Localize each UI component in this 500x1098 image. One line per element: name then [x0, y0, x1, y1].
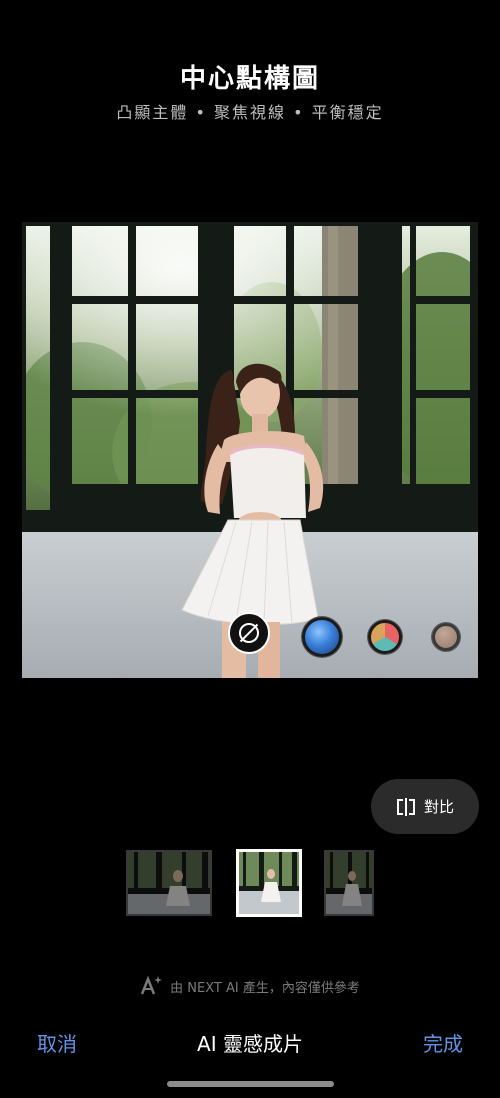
home-indicator[interactable] — [167, 1081, 334, 1087]
header-title: 中心點構圖 — [179, 64, 320, 94]
done-button[interactable]: 完成 — [423, 1028, 463, 1057]
thumbnail-option[interactable] — [126, 850, 212, 916]
ai-disclaimer: 由 NEXT AI 產生，內容僅供參考 — [0, 975, 500, 996]
filter-muted-button[interactable] — [432, 623, 460, 651]
filter-blue-button[interactable] — [302, 617, 342, 657]
ai-disclaimer-text: 由 NEXT AI 產生，內容僅供參考 — [170, 980, 360, 996]
photo-preview — [22, 222, 478, 678]
photo-image — [22, 222, 478, 678]
thumbnail-option[interactable] — [324, 850, 374, 916]
compare-label: 對比 — [423, 798, 454, 816]
ai-sparkle-icon — [140, 975, 163, 996]
thumbnail-option-selected[interactable] — [236, 849, 302, 917]
thumbnail-strip — [0, 849, 500, 918]
no-filter-icon[interactable] — [228, 612, 270, 654]
header-subtitle: 凸顯主體 • 聚焦視線 • 平衡穩定 — [116, 103, 384, 122]
compare-icon — [396, 797, 416, 816]
bottom-bar: 取消 AI 靈感成片 完成 — [0, 1024, 500, 1060]
filter-multicolor-button[interactable] — [368, 620, 402, 654]
compare-button[interactable]: 對比 — [371, 779, 479, 834]
